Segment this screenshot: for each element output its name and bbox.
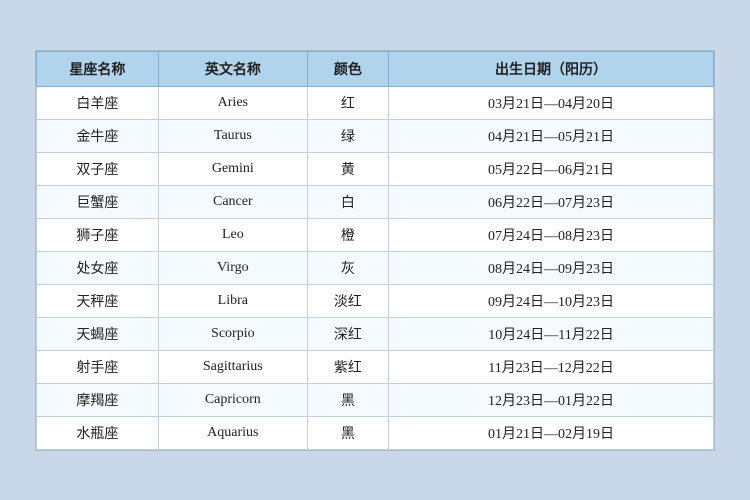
cell-date: 08月24日—09月23日 [389, 251, 714, 284]
cell-english: Cancer [158, 185, 307, 218]
cell-color: 紫红 [307, 350, 388, 383]
cell-date: 01月21日—02月19日 [389, 416, 714, 449]
table-row: 巨蟹座Cancer白06月22日—07月23日 [37, 185, 714, 218]
header-date: 出生日期（阳历） [389, 51, 714, 86]
cell-english: Taurus [158, 119, 307, 152]
cell-color: 白 [307, 185, 388, 218]
table-row: 金牛座Taurus绿04月21日—05月21日 [37, 119, 714, 152]
cell-chinese: 天秤座 [37, 284, 159, 317]
cell-chinese: 摩羯座 [37, 383, 159, 416]
cell-date: 10月24日—11月22日 [389, 317, 714, 350]
header-color: 颜色 [307, 51, 388, 86]
cell-color: 绿 [307, 119, 388, 152]
cell-date: 04月21日—05月21日 [389, 119, 714, 152]
cell-chinese: 双子座 [37, 152, 159, 185]
zodiac-table-container: 星座名称 英文名称 颜色 出生日期（阳历） 白羊座Aries红03月21日—04… [35, 50, 715, 451]
cell-color: 深红 [307, 317, 388, 350]
header-chinese: 星座名称 [37, 51, 159, 86]
cell-chinese: 处女座 [37, 251, 159, 284]
cell-color: 灰 [307, 251, 388, 284]
cell-chinese: 白羊座 [37, 86, 159, 119]
zodiac-table: 星座名称 英文名称 颜色 出生日期（阳历） 白羊座Aries红03月21日—04… [36, 51, 714, 450]
cell-date: 07月24日—08月23日 [389, 218, 714, 251]
cell-english: Leo [158, 218, 307, 251]
cell-color: 橙 [307, 218, 388, 251]
cell-english: Gemini [158, 152, 307, 185]
cell-english: Libra [158, 284, 307, 317]
cell-english: Sagittarius [158, 350, 307, 383]
cell-date: 12月23日—01月22日 [389, 383, 714, 416]
cell-chinese: 金牛座 [37, 119, 159, 152]
table-row: 双子座Gemini黄05月22日—06月21日 [37, 152, 714, 185]
cell-chinese: 水瓶座 [37, 416, 159, 449]
cell-chinese: 天蝎座 [37, 317, 159, 350]
cell-chinese: 射手座 [37, 350, 159, 383]
header-english: 英文名称 [158, 51, 307, 86]
table-row: 水瓶座Aquarius黑01月21日—02月19日 [37, 416, 714, 449]
cell-chinese: 狮子座 [37, 218, 159, 251]
cell-date: 09月24日—10月23日 [389, 284, 714, 317]
cell-english: Aquarius [158, 416, 307, 449]
table-header-row: 星座名称 英文名称 颜色 出生日期（阳历） [37, 51, 714, 86]
table-row: 摩羯座Capricorn黑12月23日—01月22日 [37, 383, 714, 416]
cell-date: 11月23日—12月22日 [389, 350, 714, 383]
cell-chinese: 巨蟹座 [37, 185, 159, 218]
table-body: 白羊座Aries红03月21日—04月20日金牛座Taurus绿04月21日—0… [37, 86, 714, 449]
table-row: 天秤座Libra淡红09月24日—10月23日 [37, 284, 714, 317]
cell-english: Virgo [158, 251, 307, 284]
cell-color: 黑 [307, 416, 388, 449]
table-row: 天蝎座Scorpio深红10月24日—11月22日 [37, 317, 714, 350]
cell-date: 03月21日—04月20日 [389, 86, 714, 119]
cell-color: 黄 [307, 152, 388, 185]
cell-date: 05月22日—06月21日 [389, 152, 714, 185]
cell-date: 06月22日—07月23日 [389, 185, 714, 218]
cell-english: Scorpio [158, 317, 307, 350]
table-row: 射手座Sagittarius紫红11月23日—12月22日 [37, 350, 714, 383]
table-row: 狮子座Leo橙07月24日—08月23日 [37, 218, 714, 251]
table-row: 白羊座Aries红03月21日—04月20日 [37, 86, 714, 119]
cell-english: Capricorn [158, 383, 307, 416]
cell-color: 红 [307, 86, 388, 119]
cell-color: 黑 [307, 383, 388, 416]
cell-color: 淡红 [307, 284, 388, 317]
cell-english: Aries [158, 86, 307, 119]
table-row: 处女座Virgo灰08月24日—09月23日 [37, 251, 714, 284]
